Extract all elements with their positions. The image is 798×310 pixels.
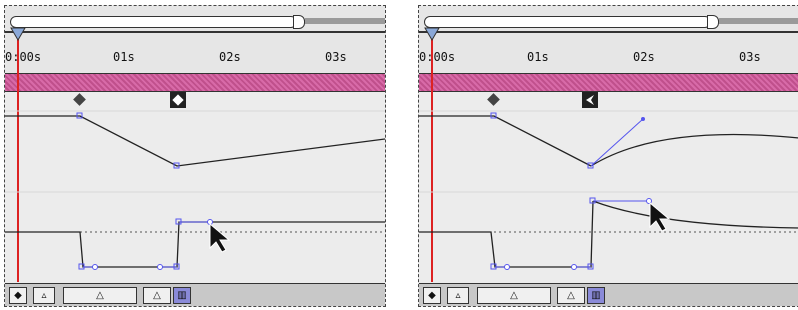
graph-toggle-icon: ▥ [177,290,187,301]
zoom-small-icon: ▵ [455,290,461,301]
playhead-marker-icon [10,27,26,41]
zoom-slider[interactable]: △ [477,287,551,304]
zoom-in-button[interactable]: △ [143,287,171,304]
zoom-out-button[interactable]: ▵ [33,287,55,304]
mouse-cursor-icon [209,222,231,253]
nav-toggle-icon: ◆ [14,290,22,301]
nav-toggle-icon: ◆ [428,290,436,301]
nav-toggle-button[interactable]: ◆ [423,287,441,304]
zoom-out-button[interactable]: ▵ [447,287,469,304]
value-graph[interactable] [419,6,798,306]
bottom-toolbar: ◆ ▵ △ △ ▥ [5,283,385,306]
keyframe-diamond-icon [487,93,500,106]
graph-editor-toggle[interactable]: ▥ [587,287,605,304]
graph-editor-toggle[interactable]: ▥ [173,287,191,304]
nav-toggle-button[interactable]: ◆ [9,287,27,304]
zoom-in-button[interactable]: △ [557,287,585,304]
timeline-panel-right: 0:00s 01s 02s 03s ◆ ▵ △ △ ▥ [418,5,798,307]
keyframe-diamond-icon [73,93,86,106]
timeline-panel-left: 0:00s 01s 02s 03s ◆ ▵ △ △ ▥ [4,5,386,307]
zoom-slider-icon: △ [510,290,518,301]
zoom-large-icon: △ [153,290,161,301]
zoom-slider[interactable]: △ [63,287,137,304]
playhead-marker-icon [424,27,440,41]
zoom-small-icon: ▵ [41,290,47,301]
bottom-toolbar: ◆ ▵ △ △ ▥ [419,283,798,306]
mouse-cursor-icon [649,201,671,232]
zoom-large-icon: △ [567,290,575,301]
zoom-slider-icon: △ [96,290,104,301]
value-graph[interactable] [5,6,385,306]
graph-toggle-icon: ▥ [591,290,601,301]
